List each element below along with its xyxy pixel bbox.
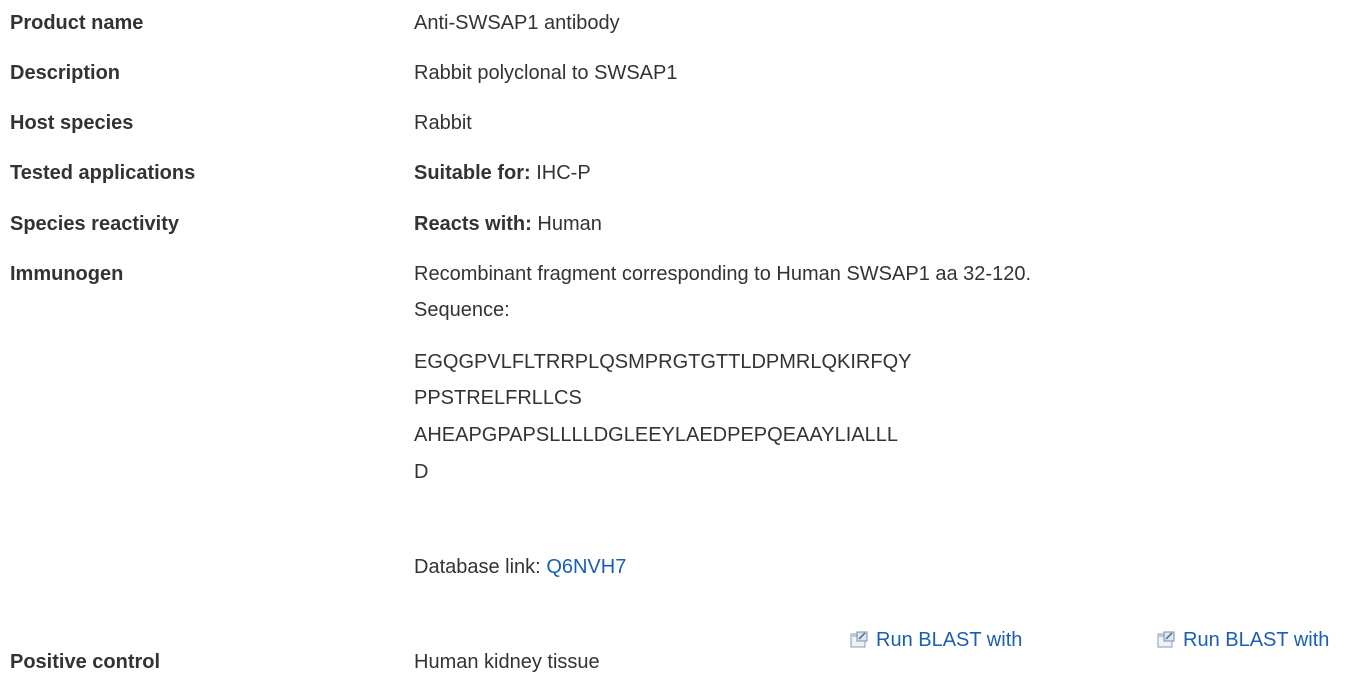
host-species-label: Host species bbox=[10, 112, 134, 134]
sequence-label: Sequence: bbox=[414, 299, 510, 321]
tested-applications-label: Tested applications bbox=[10, 162, 196, 184]
species-reactivity-label: Species reactivity bbox=[10, 213, 179, 235]
run-blast-label-2: Run BLAST with bbox=[1183, 629, 1330, 651]
reacts-with-value: Human bbox=[537, 213, 602, 235]
reacts-with-prefix: Reacts with: bbox=[414, 213, 532, 235]
sequence-line: EGQGPVLFLTRRPLQSMPRGTGTTLDPMRLQKIRFQY bbox=[414, 351, 912, 373]
immunogen-label: Immunogen bbox=[10, 263, 124, 285]
positive-control-value: Human kidney tissue bbox=[414, 651, 600, 673]
product-name-value: Anti-SWSAP1 antibody bbox=[414, 12, 620, 34]
sequence-line: D bbox=[414, 461, 429, 483]
species-reactivity-value: Reacts with: Human bbox=[414, 212, 602, 236]
product-name-label: Product name bbox=[10, 12, 144, 34]
suitable-for-value: IHC-P bbox=[536, 162, 591, 184]
database-link-line: Database link: Q6NVH7 bbox=[414, 555, 626, 579]
description-label: Description bbox=[10, 62, 121, 84]
database-link-label: Database link: bbox=[414, 556, 541, 578]
sequence-line: AHEAPGPAPSLLLLDGLEEYLAEDPEPQEAAYLIALLL bbox=[414, 424, 898, 446]
run-blast-label-1: Run BLAST with bbox=[876, 629, 1023, 651]
immunogen-value: Recombinant fragment corresponding to Hu… bbox=[414, 263, 1032, 285]
sequence-line: PPSTRELFRLLCS bbox=[414, 387, 582, 409]
external-window-icon bbox=[850, 631, 868, 649]
database-link-q6nvh7[interactable]: Q6NVH7 bbox=[546, 556, 626, 578]
run-blast-link-2[interactable]: Run BLAST with bbox=[1157, 628, 1329, 652]
description-value: Rabbit polyclonal to SWSAP1 bbox=[414, 62, 678, 84]
suitable-for-prefix: Suitable for: bbox=[414, 162, 531, 184]
host-species-value: Rabbit bbox=[414, 112, 472, 134]
tested-applications-value: Suitable for: IHC-P bbox=[414, 161, 591, 185]
external-window-icon bbox=[1157, 631, 1175, 649]
positive-control-label: Positive control bbox=[10, 651, 161, 673]
run-blast-link-1[interactable]: Run BLAST with bbox=[850, 628, 1022, 652]
